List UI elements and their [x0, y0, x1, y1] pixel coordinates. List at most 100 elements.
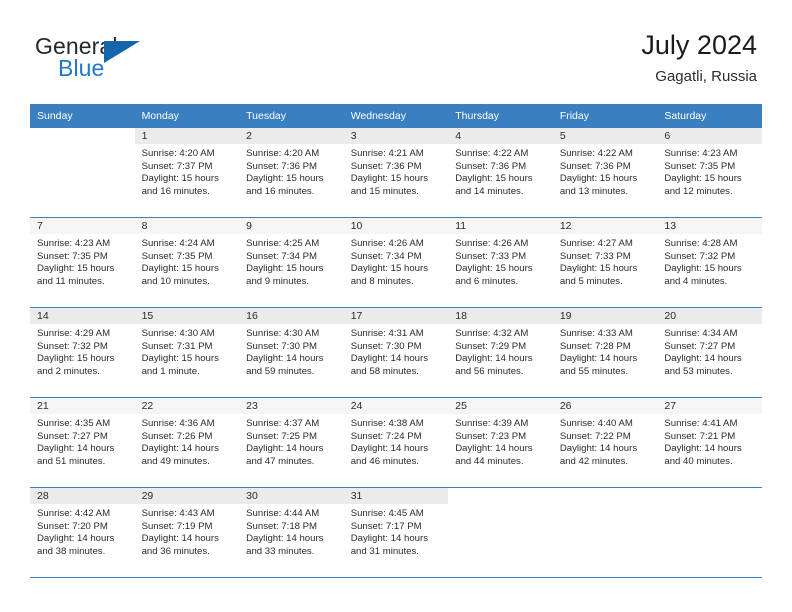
day-details: Sunrise: 4:27 AM Sunset: 7:33 PM Daylight:… [553, 234, 658, 288]
calendar-day-cell[interactable]: 21 Sunrise: 4:35 AM Sunset: 7:27 PM Dayligh… [30, 398, 135, 488]
calendar-day-cell[interactable]: 6 Sunrise: 4:23 AM Sunset: 7:35 PM Daylight… [657, 128, 762, 218]
calendar-day-cell[interactable]: 25 Sunrise: 4:39 AM Sunset: 7:23 PM Dayligh… [448, 398, 553, 488]
daylight-duration-line1: Daylight: 14 hours [246, 353, 324, 365]
day-cell-inner: 11 Sunrise: 4:26 AM Sunset: 7:33 PM Dayligh… [448, 218, 553, 308]
month-calendar-table: Sunday Monday Tuesday Wednesday Thursday… [30, 104, 762, 578]
daylight-duration-line2: and 5 minutes. [559, 275, 623, 287]
calendar-day-cell[interactable]: 28 Sunrise: 4:42 AM Sunset: 7:20 PM Dayligh… [30, 488, 135, 578]
calendar-day-cell[interactable]: 30 Sunrise: 4:44 AM Sunset: 7:18 PM Dayligh… [239, 488, 344, 578]
calendar-day-cell[interactable]: 13 Sunrise: 4:28 AM Sunset: 7:32 PM Dayligh… [657, 218, 762, 308]
calendar-day-cell[interactable]: 24 Sunrise: 4:38 AM Sunset: 7:24 PM Dayligh… [343, 398, 449, 488]
sunset-time: Sunset: 7:32 PM [37, 340, 108, 352]
daylight-duration-line2: and 15 minutes. [350, 185, 419, 197]
calendar-day-cell[interactable]: 9 Sunrise: 4:25 AM Sunset: 7:34 PM Daylight… [239, 218, 344, 308]
daylight-duration-line1: Daylight: 15 hours [664, 263, 742, 275]
day-cell-inner: 27 Sunrise: 4:41 AM Sunset: 7:21 PM Dayligh… [657, 398, 762, 488]
daylight-duration-line2: and 10 minutes. [141, 275, 210, 287]
calendar-day-cell[interactable]: 16 Sunrise: 4:30 AM Sunset: 7:30 PM Dayligh… [239, 308, 344, 398]
daylight-duration-line1: Daylight: 14 hours [559, 443, 638, 455]
calendar-day-cell[interactable]: 3 Sunrise: 4:21 AM Sunset: 7:36 PM Daylight… [343, 128, 449, 218]
calendar-day-cell[interactable]: 2 Sunrise: 4:20 AM Sunset: 7:36 PM Daylight… [239, 128, 344, 218]
daylight-duration-line2: and 58 minutes. [350, 365, 419, 377]
calendar-body: 1 Sunrise: 4:20 AM Sunset: 7:37 PM Daylight… [30, 128, 762, 578]
sunrise-time: Sunrise: 4:28 AM [664, 238, 738, 249]
day-cell-inner: 21 Sunrise: 4:35 AM Sunset: 7:27 PM Dayligh… [30, 398, 135, 488]
weekday-header-thursday: Thursday [448, 104, 553, 128]
day-details: Sunrise: 4:38 AM Sunset: 7:24 PM Daylight:… [344, 414, 449, 468]
calendar-header-row: Sunday Monday Tuesday Wednesday Thursday… [30, 104, 762, 128]
day-number: 5 [552, 128, 658, 144]
calendar-day-cell[interactable]: 23 Sunrise: 4:37 AM Sunset: 7:25 PM Dayligh… [239, 398, 344, 488]
sunrise-time: Sunrise: 4:30 AM [141, 328, 215, 339]
day-number: 18 [448, 308, 553, 324]
calendar-day-cell[interactable]: 19 Sunrise: 4:33 AM Sunset: 7:28 PM Dayligh… [552, 308, 658, 398]
sunset-time: Sunset: 7:21 PM [664, 430, 736, 442]
calendar-day-cell[interactable]: 11 Sunrise: 4:26 AM Sunset: 7:33 PM Dayligh… [448, 218, 553, 308]
day-cell-inner: 29 Sunrise: 4:43 AM Sunset: 7:19 PM Dayligh… [134, 488, 240, 578]
calendar-day-cell [552, 488, 658, 578]
sunrise-time: Sunrise: 4:22 AM [559, 148, 633, 159]
day-cell-inner: 18 Sunrise: 4:32 AM Sunset: 7:29 PM Dayligh… [448, 308, 553, 398]
daylight-duration-line2: and 44 minutes. [455, 455, 524, 467]
sunrise-time: Sunrise: 4:23 AM [664, 148, 738, 159]
sunset-time: Sunset: 7:27 PM [664, 340, 736, 352]
daylight-duration-line2: and 8 minutes. [350, 275, 414, 287]
daylight-duration-line1: Daylight: 15 hours [455, 173, 533, 185]
day-cell-inner: 24 Sunrise: 4:38 AM Sunset: 7:24 PM Dayligh… [343, 398, 449, 488]
sunset-time: Sunset: 7:17 PM [350, 520, 422, 532]
calendar-day-cell[interactable]: 22 Sunrise: 4:36 AM Sunset: 7:26 PM Dayligh… [134, 398, 240, 488]
day-cell-inner: 26 Sunrise: 4:40 AM Sunset: 7:22 PM Dayligh… [552, 398, 658, 488]
calendar-day-cell[interactable]: 31 Sunrise: 4:45 AM Sunset: 7:17 PM Dayligh… [343, 488, 449, 578]
calendar-day-cell[interactable]: 8 Sunrise: 4:24 AM Sunset: 7:35 PM Daylight… [134, 218, 240, 308]
daylight-duration-line2: and 47 minutes. [246, 455, 315, 467]
calendar-day-cell[interactable]: 12 Sunrise: 4:27 AM Sunset: 7:33 PM Dayligh… [552, 218, 658, 308]
calendar-day-cell[interactable]: 29 Sunrise: 4:43 AM Sunset: 7:19 PM Dayligh… [134, 488, 240, 578]
day-details: Sunrise: 4:32 AM Sunset: 7:29 PM Daylight:… [448, 324, 553, 378]
daylight-duration-line1: Daylight: 15 hours [141, 353, 219, 365]
calendar-day-cell[interactable]: 26 Sunrise: 4:40 AM Sunset: 7:22 PM Dayligh… [552, 398, 658, 488]
sunset-time: Sunset: 7:31 PM [141, 340, 213, 352]
day-cell-inner: 17 Sunrise: 4:31 AM Sunset: 7:30 PM Dayligh… [343, 308, 449, 398]
day-number: 9 [239, 218, 344, 234]
day-cell-inner: 22 Sunrise: 4:36 AM Sunset: 7:26 PM Dayligh… [134, 398, 240, 488]
general-blue-logo[interactable]: General Blue [35, 33, 265, 89]
calendar-day-cell[interactable]: 1 Sunrise: 4:20 AM Sunset: 7:37 PM Daylight… [134, 128, 240, 218]
day-number: 3 [343, 128, 449, 144]
sunset-time: Sunset: 7:34 PM [350, 250, 422, 262]
calendar-day-cell[interactable]: 7 Sunrise: 4:23 AM Sunset: 7:35 PM Daylight… [30, 218, 135, 308]
sunset-time: Sunset: 7:23 PM [455, 430, 527, 442]
calendar-day-cell[interactable]: 20 Sunrise: 4:34 AM Sunset: 7:27 PM Dayligh… [657, 308, 762, 398]
calendar-week-row: 14 Sunrise: 4:29 AM Sunset: 7:32 PM Dayligh… [30, 308, 762, 398]
daylight-duration-line2: and 40 minutes. [664, 455, 733, 467]
day-number: 13 [657, 218, 762, 234]
calendar-day-cell[interactable]: 5 Sunrise: 4:22 AM Sunset: 7:36 PM Daylight… [552, 128, 658, 218]
sunset-time: Sunset: 7:36 PM [455, 160, 527, 172]
day-number: 1 [134, 128, 240, 144]
day-details: Sunrise: 4:44 AM Sunset: 7:18 PM Daylight:… [239, 504, 344, 558]
calendar-day-cell[interactable]: 14 Sunrise: 4:29 AM Sunset: 7:32 PM Dayligh… [30, 308, 135, 398]
day-details: Sunrise: 4:40 AM Sunset: 7:22 PM Daylight:… [553, 414, 658, 468]
daylight-duration-line2: and 49 minutes. [141, 455, 210, 467]
daylight-duration-line1: Daylight: 14 hours [350, 353, 429, 365]
daylight-duration-line2: and 42 minutes. [559, 455, 629, 467]
day-cell-inner: 7 Sunrise: 4:23 AM Sunset: 7:35 PM Daylight… [30, 218, 135, 308]
calendar-day-cell[interactable]: 10 Sunrise: 4:26 AM Sunset: 7:34 PM Dayligh… [343, 218, 449, 308]
sunset-time: Sunset: 7:28 PM [559, 340, 631, 352]
day-details: Sunrise: 4:34 AM Sunset: 7:27 PM Daylight:… [657, 324, 762, 378]
daylight-duration-line2: and 46 minutes. [350, 455, 419, 467]
daylight-duration-line1: Daylight: 14 hours [455, 353, 533, 365]
daylight-duration-line1: Daylight: 14 hours [37, 443, 115, 455]
calendar-day-cell[interactable]: 4 Sunrise: 4:22 AM Sunset: 7:36 PM Daylight… [448, 128, 553, 218]
calendar-day-cell[interactable]: 15 Sunrise: 4:30 AM Sunset: 7:31 PM Dayligh… [134, 308, 240, 398]
calendar-day-cell[interactable]: 27 Sunrise: 4:41 AM Sunset: 7:21 PM Dayligh… [657, 398, 762, 488]
sunrise-time: Sunrise: 4:29 AM [37, 328, 111, 339]
day-number: 6 [657, 128, 762, 144]
calendar-week-row: 21 Sunrise: 4:35 AM Sunset: 7:27 PM Dayligh… [30, 398, 762, 488]
calendar-day-cell[interactable]: 17 Sunrise: 4:31 AM Sunset: 7:30 PM Dayligh… [343, 308, 449, 398]
day-details: Sunrise: 4:45 AM Sunset: 7:17 PM Daylight:… [344, 504, 449, 558]
sunset-time: Sunset: 7:37 PM [141, 160, 213, 172]
day-cell-inner: 25 Sunrise: 4:39 AM Sunset: 7:23 PM Dayligh… [448, 398, 553, 488]
day-number: 22 [134, 398, 240, 414]
sunset-time: Sunset: 7:33 PM [559, 250, 631, 262]
calendar-day-cell[interactable]: 18 Sunrise: 4:32 AM Sunset: 7:29 PM Dayligh… [448, 308, 553, 398]
